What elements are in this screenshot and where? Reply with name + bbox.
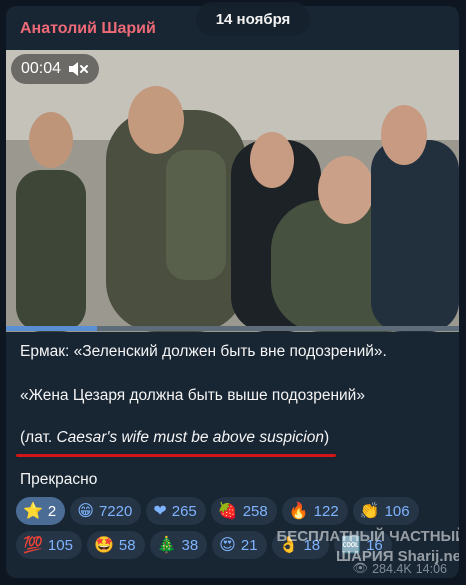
view-count: 284.4K xyxy=(372,561,412,576)
reaction-count: 105 xyxy=(47,536,73,554)
reaction-emoji-icon: 😍 xyxy=(219,535,236,554)
reaction-chip[interactable]: ❤ 265 xyxy=(146,497,206,525)
latin-italic: Caesar's wife must be above suspicion xyxy=(56,429,324,446)
reaction-chip[interactable]: 👏 106 xyxy=(352,497,419,525)
reaction-emoji-icon: 👏 xyxy=(359,501,380,520)
message-meta: 👁 284.4K 14:06 xyxy=(352,561,447,576)
reaction-chip[interactable]: ⭐ 2 xyxy=(16,497,66,525)
sender-name[interactable]: Анатолий Шарий xyxy=(20,20,156,38)
reaction-count: 258 xyxy=(242,502,268,520)
reaction-count: 7220 xyxy=(98,502,133,520)
message-line-1: Ермак: «Зеленский должен быть вне подозр… xyxy=(20,343,387,360)
reaction-emoji-icon: 🤩 xyxy=(93,535,114,554)
message-time: 14:06 xyxy=(415,561,447,576)
reaction-count: 38 xyxy=(181,536,199,554)
message-footer: Прекрасно xyxy=(20,471,98,488)
reaction-chip[interactable]: 🤩 58 xyxy=(86,531,145,559)
reaction-emoji-icon: 🎄 xyxy=(156,535,177,554)
reaction-count: 106 xyxy=(384,502,410,520)
reaction-chip[interactable]: 🍓 258 xyxy=(210,497,277,525)
eye-icon: 👁 xyxy=(352,561,369,575)
reaction-count: 58 xyxy=(118,536,136,554)
video-progress-fill xyxy=(6,326,97,331)
reaction-emoji-icon: 🔥 xyxy=(288,501,309,520)
message-bubble: Анатолий Шарий 00:04 Ермак: «Зеленский д… xyxy=(6,6,459,578)
reactions-row: ⭐ 2 😁 7220 ❤ 265 🍓 258 🔥 122 👏 106 xyxy=(16,497,456,525)
date-divider: 14 ноября xyxy=(196,2,310,36)
video-player[interactable]: 00:04 xyxy=(6,50,459,332)
video-time: 00:04 xyxy=(21,60,62,77)
latin-quote: (лат. Caesar's wife must be above suspic… xyxy=(20,429,329,447)
message-line-2: «Жена Цезаря должна быть выше подозрений… xyxy=(20,387,365,404)
video-time-badge[interactable]: 00:04 xyxy=(11,54,99,84)
reaction-emoji-icon: 🍓 xyxy=(217,501,238,520)
reaction-count: 122 xyxy=(313,502,339,520)
watermark-line-1: БЕСПЛАТНЫЙ ЧАСТНЫЙ xyxy=(276,528,459,545)
reaction-emoji-icon: ⭐ xyxy=(23,501,43,520)
reaction-count: 265 xyxy=(171,502,197,520)
reaction-chip[interactable]: 😁 7220 xyxy=(70,497,142,525)
reaction-count: 2 xyxy=(47,502,57,520)
reaction-emoji-icon: 💯 xyxy=(23,535,43,554)
reaction-emoji-icon: 😁 xyxy=(77,501,94,520)
red-underline xyxy=(16,454,336,457)
latin-suffix: ) xyxy=(323,429,330,446)
reaction-chip[interactable]: 🎄 38 xyxy=(149,531,208,559)
latin-prefix: (лат. xyxy=(20,429,57,446)
reaction-chip[interactable]: 💯 105 xyxy=(16,531,82,559)
reaction-emoji-icon: ❤ xyxy=(153,501,167,520)
video-frame xyxy=(6,50,459,332)
video-progress-track[interactable] xyxy=(6,326,459,331)
speaker-muted-icon[interactable] xyxy=(67,60,89,78)
reaction-chip[interactable]: 🔥 122 xyxy=(281,497,348,525)
